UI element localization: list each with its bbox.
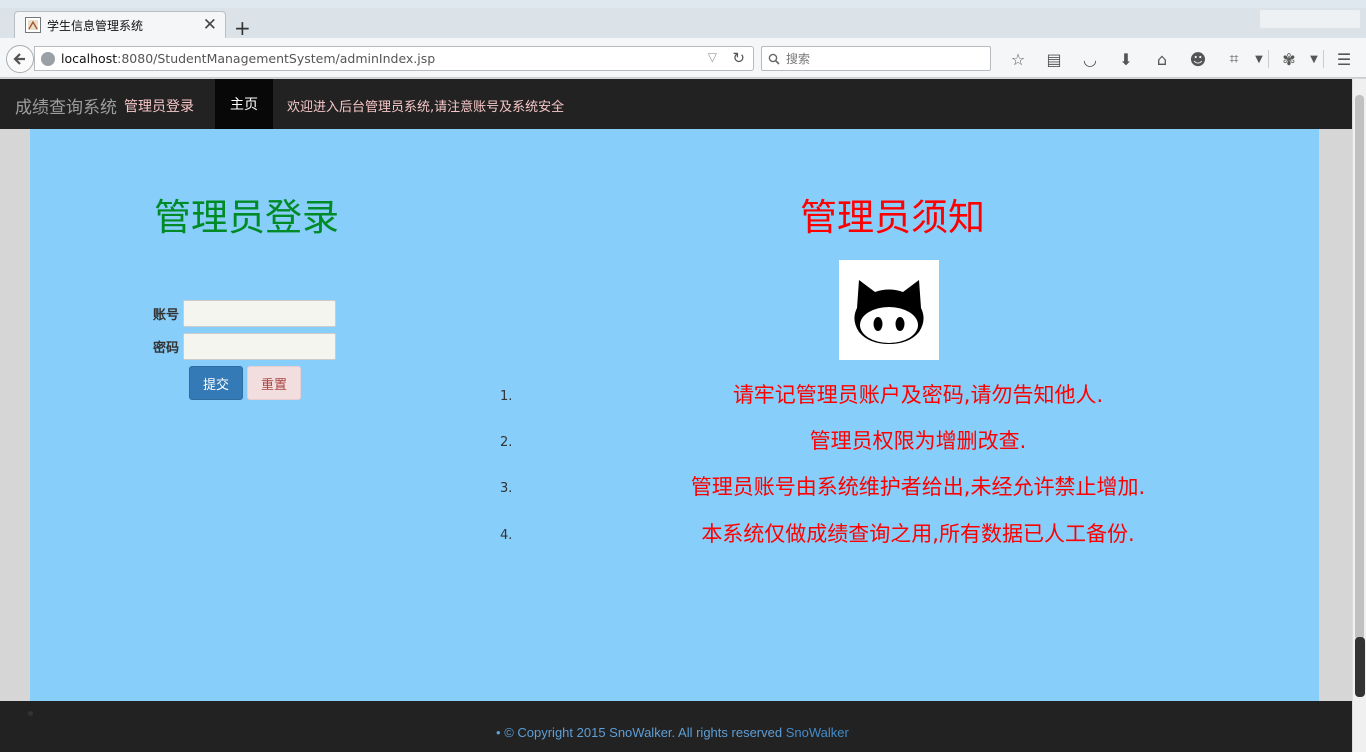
footer-bullet: • xyxy=(496,725,501,740)
reload-icon[interactable]: ↻ xyxy=(732,49,745,67)
home-icon[interactable]: ⌂ xyxy=(1144,48,1180,70)
site-navbar: 成绩查询系统 管理员登录 主页 欢迎进入后台管理员系统,请注意账号及系统安全 xyxy=(0,79,1352,129)
cat-face-icon xyxy=(854,280,924,344)
search-bar[interactable]: 搜索 xyxy=(761,46,991,71)
menu-icon[interactable]: ☰ xyxy=(1326,48,1362,70)
toolbar-separator xyxy=(1268,50,1269,68)
notice-text: 本系统仅做成绩查询之用,所有数据已人工备份. xyxy=(701,522,1135,546)
scrollbar-thumb[interactable] xyxy=(1355,95,1364,640)
notice-item: 3. 管理员账号由系统维护者给出,未经允许禁止增加. xyxy=(490,471,1230,501)
nav-home-link[interactable]: 主页 xyxy=(215,79,273,129)
notice-text: 请牢记管理员账户及密码,请勿告知他人. xyxy=(732,383,1104,407)
notice-text: 管理员账号由系统维护者给出,未经允许禁止增加. xyxy=(690,475,1146,499)
back-arrow-icon xyxy=(13,53,25,65)
pocket-icon[interactable]: ◡ xyxy=(1072,48,1108,70)
footer-copyright: • © Copyright 2015 SnoWalker. All rights… xyxy=(496,725,849,740)
account-label: 账号 xyxy=(153,308,180,323)
url-path: :8080/StudentManagementSystem/adminIndex… xyxy=(117,51,436,66)
notice-item: 4. 本系统仅做成绩查询之用,所有数据已人工备份. xyxy=(490,518,1230,548)
browser-tab[interactable]: 学生信息管理系统 ✕ xyxy=(14,11,226,38)
dropdown-icon[interactable]: ▼ xyxy=(1307,48,1321,70)
reset-button[interactable]: 重置 xyxy=(247,366,301,400)
crop-icon[interactable]: ⌗ xyxy=(1216,48,1252,70)
reading-list-icon[interactable]: ▤ xyxy=(1036,48,1072,70)
tab-title: 学生信息管理系统 xyxy=(47,18,144,33)
footer: • © Copyright 2015 SnoWalker. All rights… xyxy=(0,701,1352,752)
new-tab-button[interactable]: + xyxy=(234,18,251,38)
url-text: localhost:8080/StudentManagementSystem/a… xyxy=(61,51,435,66)
github-cat-icon xyxy=(839,260,939,360)
search-icon xyxy=(768,53,780,65)
login-title: 管理员登录 xyxy=(154,196,339,239)
url-dropdown-icon[interactable]: ▽ xyxy=(708,50,717,64)
dropdown-icon[interactable]: ▼ xyxy=(1252,48,1266,70)
main-content: 管理员登录 账号 密码 提交 重置 管理员须知 1. 请牢记管理员账户及密码,请… xyxy=(30,129,1319,701)
account-row: 账号 xyxy=(153,300,336,327)
download-icon[interactable]: ⬇ xyxy=(1108,48,1144,70)
extension-icon[interactable]: ✾ xyxy=(1271,48,1307,70)
submit-button[interactable]: 提交 xyxy=(189,366,243,400)
globe-icon xyxy=(41,51,55,66)
admin-login-link[interactable]: 管理员登录 xyxy=(124,96,194,116)
browser-toolbar: localhost:8080/StudentManagementSystem/a… xyxy=(0,38,1366,78)
footer-dot xyxy=(28,711,33,716)
notice-text: 管理员权限为增删改查. xyxy=(809,429,1027,453)
web-page: 成绩查询系统 管理员登录 主页 欢迎进入后台管理员系统,请注意账号及系统安全 管… xyxy=(0,79,1352,752)
tabbar-blank-area xyxy=(1260,10,1360,28)
author-link[interactable]: SnoWalker xyxy=(786,725,849,740)
toolbar-icons: ☆ ▤ ◡ ⬇ ⌂ ☻ ⌗ ▼ ✾ ▼ ☰ xyxy=(1000,48,1362,70)
toolbar-separator xyxy=(1323,50,1324,68)
welcome-message: 欢迎进入后台管理员系统,请注意账号及系统安全 xyxy=(287,100,565,115)
favicon-icon xyxy=(25,17,41,33)
chat-icon[interactable]: ☻ xyxy=(1180,48,1216,70)
password-input[interactable] xyxy=(183,333,336,360)
close-tab-icon[interactable]: ✕ xyxy=(203,15,217,35)
page-scrollbar[interactable] xyxy=(1352,79,1366,752)
notice-item: 2. 管理员权限为增删改查. xyxy=(490,425,1230,455)
os-taskbar-strip xyxy=(0,0,1366,8)
url-host: localhost xyxy=(61,51,118,66)
browser-tab-bar: 学生信息管理系统 ✕ + xyxy=(0,8,1366,38)
scroll-indicator xyxy=(1355,637,1365,697)
copyright-text: © Copyright 2015 SnoWalker. All rights r… xyxy=(504,725,783,740)
password-row: 密码 xyxy=(153,333,336,360)
search-placeholder: 搜索 xyxy=(786,52,811,66)
password-label: 密码 xyxy=(153,341,180,356)
notice-item: 1. 请牢记管理员账户及密码,请勿告知他人. xyxy=(490,379,1230,409)
url-bar[interactable]: localhost:8080/StudentManagementSystem/a… xyxy=(34,46,754,71)
account-input[interactable] xyxy=(183,300,336,327)
back-button[interactable] xyxy=(6,45,34,73)
bookmark-star-icon[interactable]: ☆ xyxy=(1000,48,1036,70)
notice-title: 管理员须知 xyxy=(800,196,985,239)
brand-title[interactable]: 成绩查询系统 xyxy=(15,93,117,118)
